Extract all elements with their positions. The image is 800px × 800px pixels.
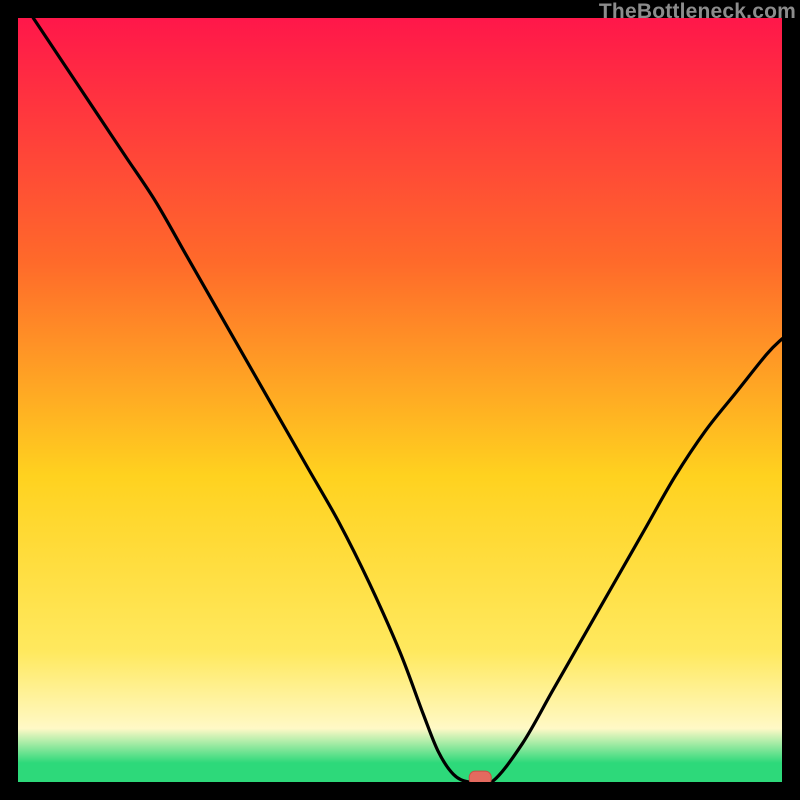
bottleneck-chart bbox=[18, 18, 782, 782]
gradient-background bbox=[18, 18, 782, 782]
chart-frame bbox=[18, 18, 782, 782]
watermark-text: TheBottleneck.com bbox=[599, 0, 796, 24]
optimal-point-marker bbox=[469, 771, 491, 782]
